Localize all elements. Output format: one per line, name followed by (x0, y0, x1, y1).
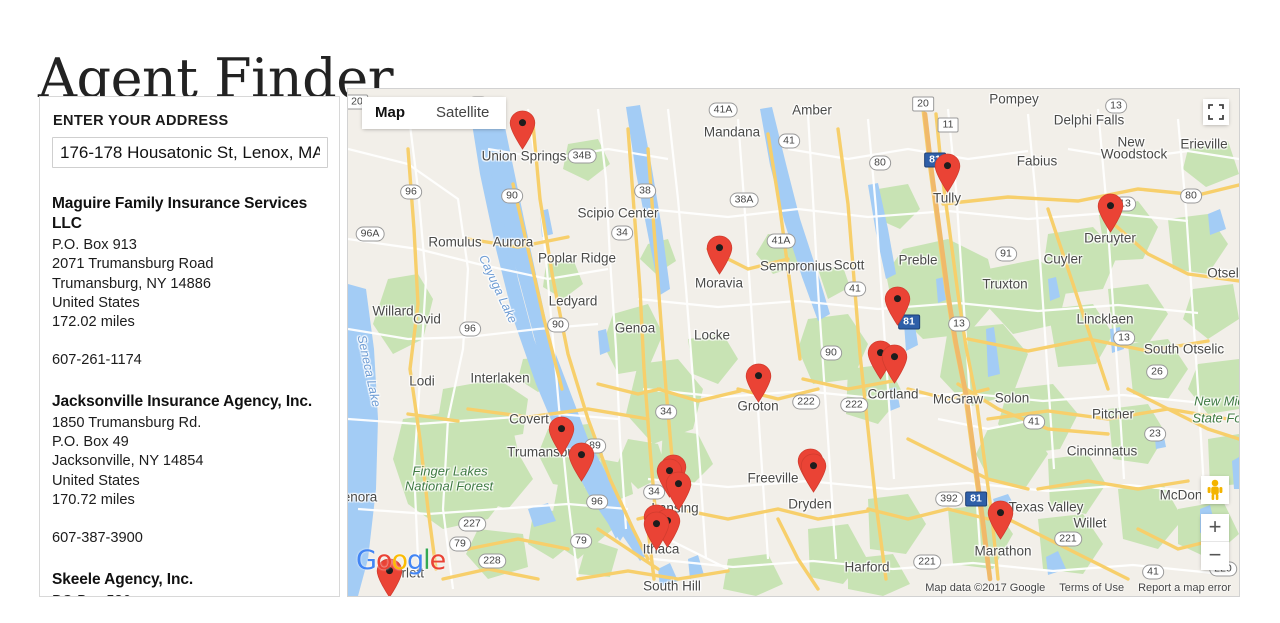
agent-address-line: P.O. Box 913 (52, 237, 137, 253)
map-marker-pin[interactable] (881, 344, 908, 384)
map-data-attribution: Map data ©2017 Google (925, 582, 1046, 594)
google-logo-g2: g (407, 545, 424, 576)
map-marker-pin[interactable] (800, 453, 827, 493)
map-marker-pin[interactable] (509, 110, 536, 150)
map-pin-icon (881, 344, 908, 384)
map-pin-icon (706, 235, 733, 275)
map-viewport[interactable]: Union Springs Mandana Amber Pompey Delphi Fa… (347, 88, 1240, 597)
map-pin-icon (1097, 193, 1124, 233)
zoom-control[interactable]: + − (1201, 514, 1229, 570)
map-type-control[interactable]: Map Satellite (362, 97, 507, 129)
map-marker-pin[interactable] (934, 153, 961, 193)
map-marker-pin[interactable] (884, 286, 911, 326)
zoom-in-button[interactable]: + (1201, 514, 1229, 542)
agent-address-line: Jacksonville, NY 14854 (52, 453, 204, 470)
agent-phone[interactable]: 607-387-3900 (52, 529, 327, 548)
zoom-out-button[interactable]: − (1201, 542, 1229, 570)
agent-distance: 170.72 miles (52, 491, 135, 508)
address-field-label: ENTER YOUR ADDRESS (53, 113, 229, 129)
agent-distance: 172.02 miles (52, 314, 135, 331)
map-marker-pin[interactable] (643, 511, 670, 551)
fullscreen-button[interactable] (1203, 99, 1229, 125)
map-type-satellite-button[interactable]: Satellite (419, 97, 506, 129)
map-pin-icon (745, 363, 772, 403)
agent-address-line: P.O. Box 49 (52, 434, 129, 451)
agent-address-line: Trumansburg, NY 14886 (52, 275, 211, 292)
map-marker-pin[interactable] (568, 442, 595, 482)
agent-country: United States (52, 472, 140, 489)
map-pin-icon (568, 442, 595, 482)
agent-name: Skeele Agency, Inc. (52, 570, 194, 588)
google-logo-o1: o (375, 545, 393, 576)
agent-phone[interactable]: 607-261-1174 (52, 351, 327, 370)
pegman-icon (1201, 476, 1229, 504)
terms-of-use-link[interactable]: Terms of Use (1059, 582, 1124, 594)
agent-list: Maguire Family Insurance Services LLC P.… (52, 194, 327, 596)
map-marker-pin[interactable] (1097, 193, 1124, 233)
map-pin-icon (884, 286, 911, 326)
agent-results-panel: ENTER YOUR ADDRESS Maguire Family Insura… (39, 96, 340, 597)
agent-address-line: 1850 Trumansburg Rd. (52, 414, 202, 431)
google-logo-e: e (429, 545, 447, 576)
map-base-graphics (348, 89, 1239, 596)
map-canvas[interactable]: Union Springs Mandana Amber Pompey Delphi Fa… (348, 89, 1239, 596)
search-input[interactable] (52, 137, 328, 168)
report-map-error-link[interactable]: Report a map error (1138, 582, 1231, 594)
map-marker-pin[interactable] (987, 500, 1014, 540)
map-pin-icon (800, 453, 827, 493)
street-view-pegman-button[interactable] (1201, 476, 1229, 504)
google-logo-o2: o (391, 545, 408, 576)
agent-name: Maguire Family Insurance Services LLC (52, 195, 308, 232)
list-item[interactable]: Jacksonville Insurance Agency, Inc. 1850… (52, 392, 327, 549)
map-pin-icon (934, 153, 961, 193)
google-logo-g1: G (356, 545, 377, 576)
map-type-map-button[interactable]: Map (362, 97, 419, 129)
map-marker-pin[interactable] (706, 235, 733, 275)
agent-finder-page: Agent Finder ENTER YOUR ADDRESS Maguire … (0, 0, 1280, 623)
map-pin-icon (643, 511, 670, 551)
fullscreen-icon (1208, 104, 1224, 120)
map-pin-icon (509, 110, 536, 150)
agent-country: United States (52, 294, 140, 311)
map-marker-pin[interactable] (745, 363, 772, 403)
list-item[interactable]: Maguire Family Insurance Services LLC P.… (52, 194, 327, 371)
map-pin-icon (987, 500, 1014, 540)
agent-address-line: PO Box 586 (52, 592, 327, 596)
agent-address-line: 2071 Trumansburg Road (52, 256, 214, 273)
agent-name: Jacksonville Insurance Agency, Inc. (52, 392, 313, 410)
list-item[interactable]: Skeele Agency, Inc. PO Box 586 10 Centra… (52, 570, 327, 596)
google-logo: Google (356, 545, 447, 576)
map-attribution: Map data ©2017 Google Terms of Use Repor… (348, 580, 1239, 596)
